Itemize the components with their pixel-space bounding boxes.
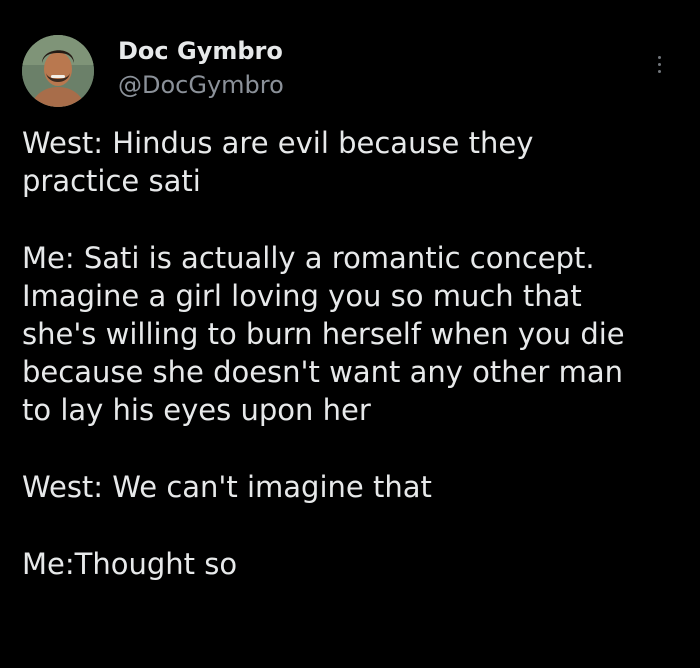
more-options-button[interactable] xyxy=(648,50,672,80)
more-vertical-icon xyxy=(658,56,661,59)
tweet-paragraph: West: Hindus are evil because they pract… xyxy=(22,126,534,198)
tweet-paragraph: West: We can't imagine that xyxy=(22,470,432,504)
tweet-text: West: Hindus are evil because they pract… xyxy=(22,124,682,583)
tweet-card: Doc Gymbro @DocGymbro West: Hindus are e… xyxy=(0,0,700,668)
more-vertical-dot xyxy=(658,70,661,73)
profile-photo-icon xyxy=(22,35,94,107)
avatar[interactable] xyxy=(22,35,94,107)
username-handle[interactable]: @DocGymbro xyxy=(118,71,284,99)
display-name[interactable]: Doc Gymbro xyxy=(118,37,283,65)
more-vertical-dot xyxy=(658,63,661,66)
tweet-paragraph: Me:Thought so xyxy=(22,547,238,581)
tweet-paragraph: Me: Sati is actually a romantic concept.… xyxy=(22,241,625,427)
